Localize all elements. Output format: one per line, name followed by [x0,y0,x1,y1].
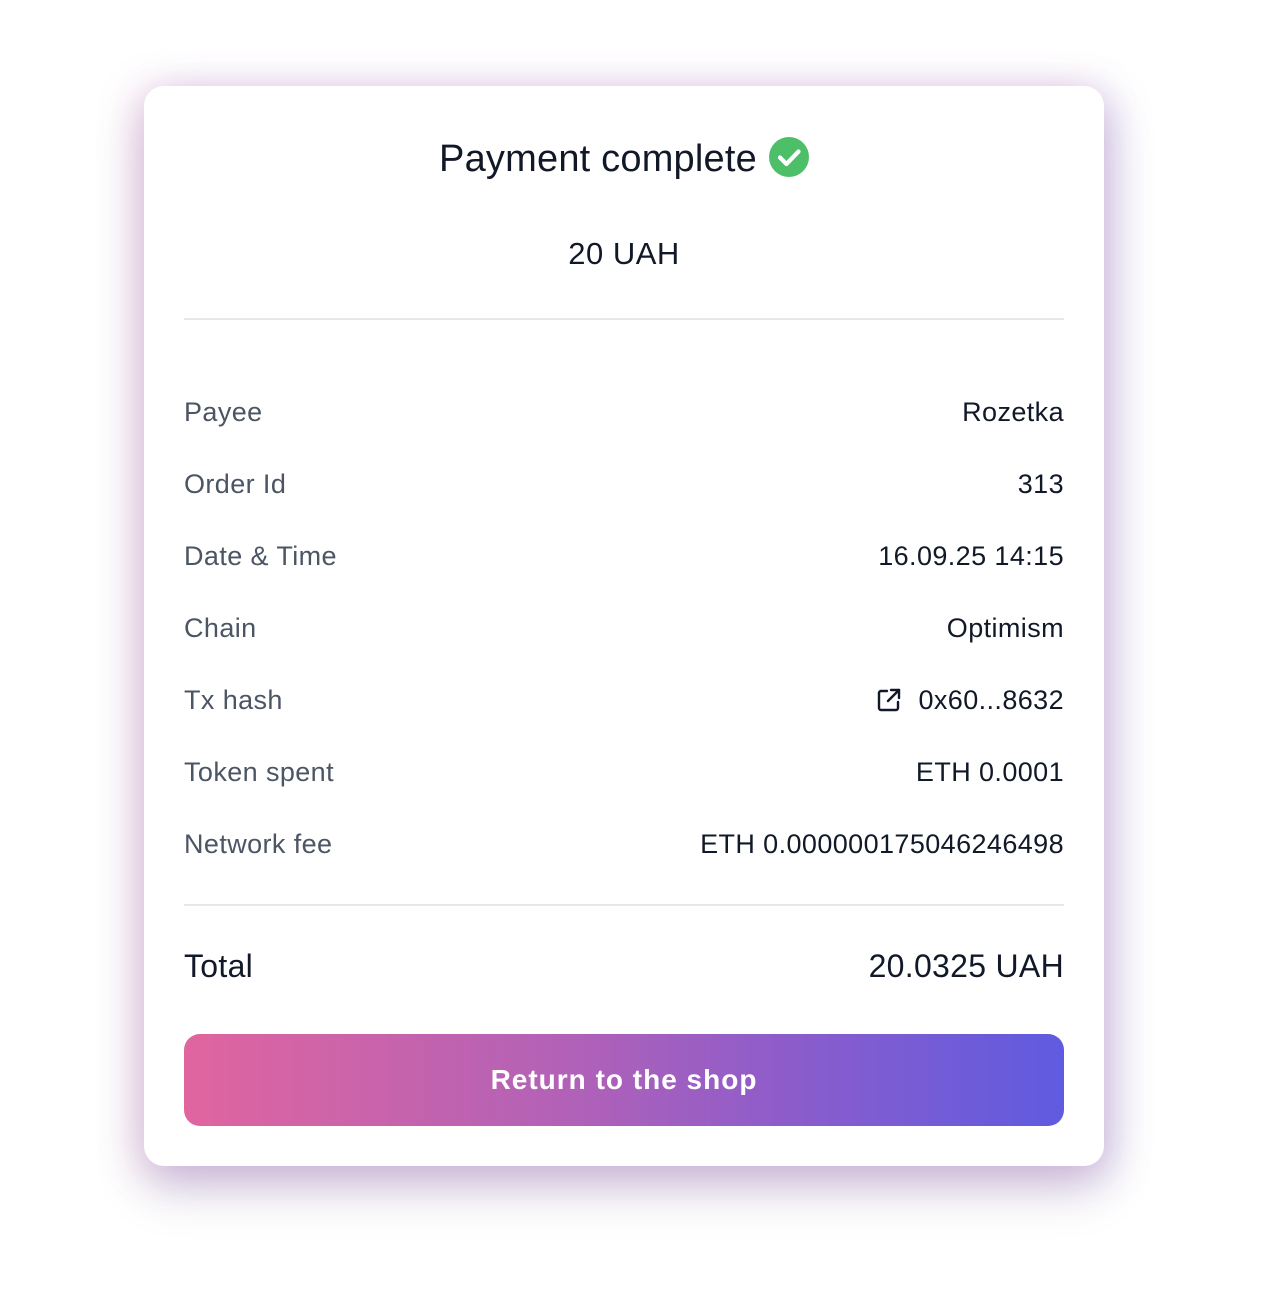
detail-label: Payee [184,396,263,427]
payment-amount: 20 UAH [568,236,680,271]
detail-label: Tx hash [184,684,283,715]
detail-row-chain: Chain Optimism [184,592,1064,664]
detail-label: Date & Time [184,540,337,571]
detail-value: 313 [1017,468,1064,499]
detail-value: Rozetka [962,396,1064,427]
total-value: 20.0325 UAH [868,948,1064,984]
tx-hash-value[interactable]: 0x60...8632 [918,685,1064,716]
divider [184,318,1064,320]
details-list: Payee Rozetka Order Id 313 Date & Time 1… [184,376,1064,880]
detail-row-tx-hash: Tx hash 0x60...8632 [184,664,1064,736]
page-background: Payment complete 20 UAH Payee Rozetka Or… [0,0,1276,1294]
detail-label: Chain [184,612,257,643]
return-to-shop-button[interactable]: Return to the shop [184,1034,1064,1126]
check-circle-icon [768,137,809,177]
detail-value: ETH 0.0001 [915,756,1064,787]
detail-row-payee: Payee Rozetka [184,376,1064,448]
detail-label: Token spent [184,756,334,787]
detail-value: Optimism [946,612,1064,643]
external-link-icon[interactable] [876,687,902,713]
tx-hash-link[interactable]: 0x60...8632 [876,685,1064,716]
detail-label: Order Id [184,468,287,499]
divider [184,904,1064,906]
detail-value: ETH 0.000000175046246498 [700,828,1064,859]
detail-label: Network fee [184,828,333,859]
detail-row-order-id: Order Id 313 [184,448,1064,520]
page-title: Payment complete [439,137,757,180]
title-row: Payment complete [144,136,1104,182]
payment-receipt-card: Payment complete 20 UAH Payee Rozetka Or… [144,86,1104,1166]
detail-value: 16.09.25 14:15 [878,540,1064,571]
detail-row-token-spent: Token spent ETH 0.0001 [184,736,1064,808]
detail-row-date-time: Date & Time 16.09.25 14:15 [184,520,1064,592]
total-row: Total 20.0325 UAH [184,948,1064,985]
detail-row-network-fee: Network fee ETH 0.000000175046246498 [184,808,1064,880]
total-label: Total [184,948,254,984]
